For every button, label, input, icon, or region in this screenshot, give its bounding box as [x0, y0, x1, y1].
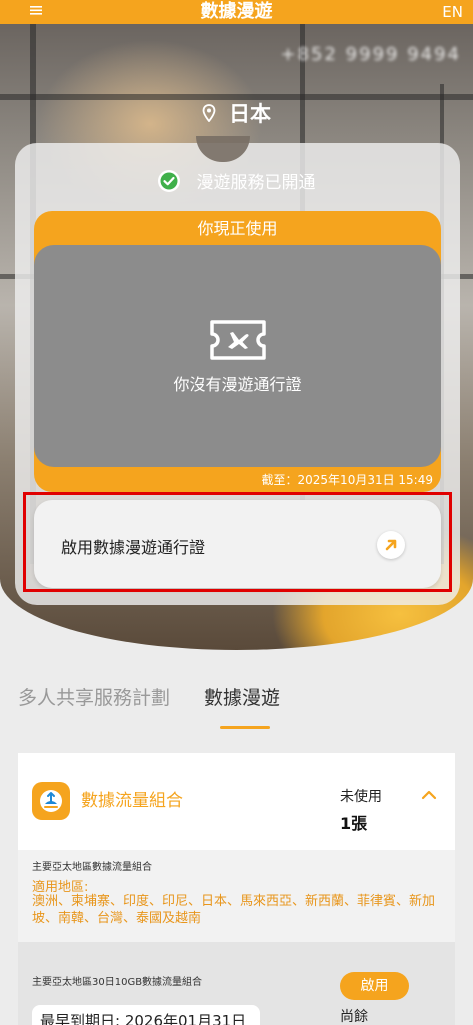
package-title: 數據流量組合: [81, 791, 183, 811]
service-status: 漫遊服務已開通: [0, 168, 473, 193]
unused-label: 未使用: [340, 789, 382, 805]
region-list: 澳洲、柬埔寨、印度、印尼、日本、馬來西亞、新西蘭、菲律賓、新加坡、南韓、台灣、泰…: [32, 894, 436, 926]
page-title: 數據漫遊: [200, 1, 273, 22]
current-pass-title: 你現正使用: [197, 219, 278, 238]
expiry-date: 最早到期日: 2026年01月31日: [40, 1012, 247, 1025]
valid-until-timestamp: 截至：2025年10月31日 15:49: [261, 473, 433, 487]
phone-number: +852 9999 9494: [280, 44, 461, 65]
airplane-ticket-icon: [208, 318, 268, 362]
highlight-box: [23, 492, 452, 592]
active-tab-indicator: [220, 726, 270, 729]
tab-data-roaming[interactable]: 數據漫遊: [204, 683, 280, 710]
top-bar: 數據漫遊 EN: [0, 0, 473, 24]
tab-shared-plan[interactable]: 多人共享服務計劃: [18, 683, 170, 710]
activate-package-button[interactable]: 啟用: [340, 972, 409, 1000]
data-package-icon: [32, 782, 70, 820]
check-circle-icon: [157, 169, 181, 193]
service-status-text: 漫遊服務已開通: [196, 173, 316, 193]
package-detail-name: 主要亞太地區數據流量組合: [32, 862, 152, 873]
location-row: 日本: [0, 98, 473, 128]
language-toggle-button[interactable]: EN: [442, 3, 463, 21]
remaining-label: 尚餘: [340, 1009, 368, 1025]
no-pass-message: 你沒有漫遊通行證: [173, 375, 302, 394]
location-name: 日本: [229, 102, 272, 126]
package-item-name: 主要亞太地區30日10GB數據流量組合: [32, 977, 203, 988]
map-pin-icon: [202, 104, 216, 123]
unused-count: 1張: [340, 814, 368, 833]
chevron-up-icon[interactable]: [420, 786, 438, 800]
